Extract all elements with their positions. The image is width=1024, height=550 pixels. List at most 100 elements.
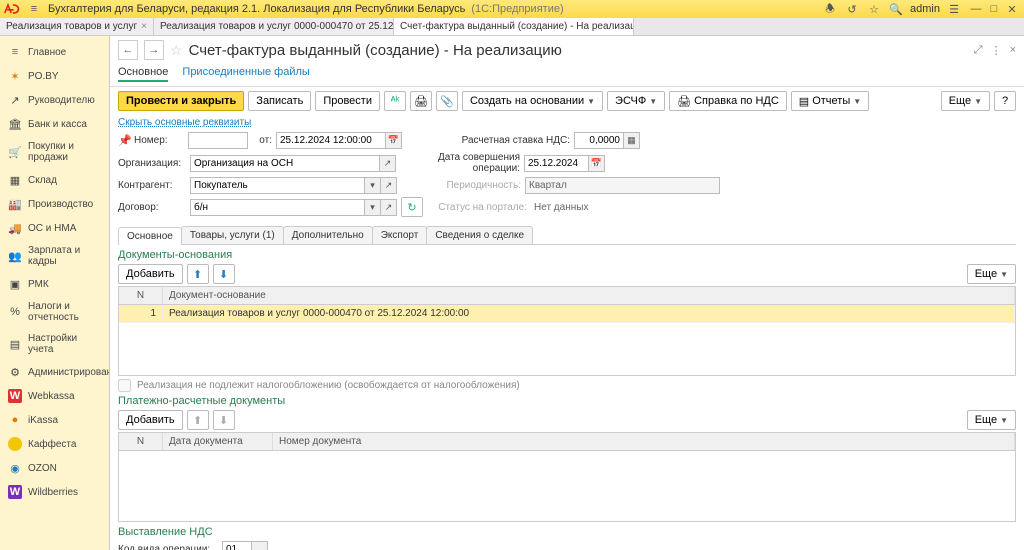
itab-main[interactable]: Основное <box>118 227 182 245</box>
sidebar-item-label: Налоги и отчетность <box>28 301 101 323</box>
itab-deal[interactable]: Сведения о сделке <box>426 226 533 244</box>
tab-1[interactable]: Реализация товаров и услуг 0000-000470 о… <box>154 18 394 35</box>
sidebar-item-main[interactable]: ≡Главное <box>0 40 109 64</box>
help-vat-button[interactable]: 🖨Справка по НДС <box>669 91 787 111</box>
toolbar: Провести и закрыть Записать Провести ᴬᵏ … <box>110 87 1024 115</box>
sidebar-item-settings[interactable]: ▤Настройки учета <box>0 328 109 360</box>
contract-input[interactable] <box>190 199 365 216</box>
tab-1-label: Реализация товаров и услуг 0000-000470 о… <box>160 21 394 32</box>
user-label[interactable]: admin <box>910 3 940 15</box>
op-code-input[interactable] <box>222 541 252 550</box>
dt-kt-button[interactable]: ᴬᵏ <box>384 91 406 111</box>
report-icon: ▤ <box>799 95 809 108</box>
expand-icon[interactable]: ⤢ <box>974 44 983 57</box>
bell-icon[interactable]: 🕭 <box>822 1 838 17</box>
close-icon[interactable]: × <box>1010 44 1016 57</box>
sidebar-item-admin[interactable]: ⚙Администрирование <box>0 360 109 384</box>
sidebar-item-ozon[interactable]: ◉OZON <box>0 456 109 480</box>
more-icon[interactable]: ⋮ <box>991 44 1002 57</box>
history-icon[interactable]: ↺ <box>844 1 860 17</box>
sidebar-item-webkassa[interactable]: WWebkassa <box>0 384 109 408</box>
nav-fwd-button[interactable]: → <box>144 40 164 60</box>
date-picker-icon[interactable]: 📅 <box>386 132 402 149</box>
sidebar-item-assets[interactable]: 🚚ОС и НМА <box>0 216 109 240</box>
vat-rate-input[interactable] <box>574 132 624 149</box>
sidebar-item-poby[interactable]: ✶PO.BY <box>0 64 109 88</box>
sidebar-item-rmk[interactable]: ▣РМК <box>0 272 109 296</box>
op-date-input[interactable] <box>524 155 589 172</box>
refresh-button[interactable]: ↻ <box>401 197 423 217</box>
sidebar-item-kaffesta[interactable]: Каффеста <box>0 432 109 456</box>
subtab-main[interactable]: Основное <box>118 64 168 82</box>
book-icon: ▤ <box>8 337 22 351</box>
sidebar-item-wb[interactable]: WWildberries <box>0 480 109 504</box>
itab-export[interactable]: Экспорт <box>372 226 428 244</box>
sidebar-item-ikassa[interactable]: ●iKassa <box>0 408 109 432</box>
post-button[interactable]: Провести <box>315 91 380 111</box>
sidebar-item-mgr[interactable]: ↗Руководителю <box>0 88 109 112</box>
select-icon[interactable]: … <box>252 541 268 550</box>
pay-more-button[interactable]: Еще▼ <box>967 410 1016 430</box>
dropdown-icon[interactable]: ▾ <box>365 199 381 216</box>
col-date[interactable]: Дата документа <box>163 433 273 450</box>
basis-more-button[interactable]: Еще▼ <box>967 264 1016 284</box>
sidebar-item-prod[interactable]: 🏭Производство <box>0 192 109 216</box>
itab-goods[interactable]: Товары, услуги (1) <box>181 226 284 244</box>
reports-button[interactable]: ▤Отчеты▼ <box>791 91 869 111</box>
counterparty-input[interactable] <box>190 177 365 194</box>
sidebar-item-tax[interactable]: %Налоги и отчетность <box>0 296 109 328</box>
create-based-button[interactable]: Создать на основании▼ <box>462 91 603 111</box>
sidebar-item-stock[interactable]: ▦Склад <box>0 168 109 192</box>
favorite-star-icon[interactable]: ☆ <box>170 42 183 59</box>
eschf-button[interactable]: ЭСЧФ▼ <box>607 91 665 111</box>
move-down-button[interactable]: ⬇ <box>213 264 235 284</box>
sidebar-item-label: Администрирование <box>28 367 110 378</box>
attach-button[interactable]: 📎 <box>436 91 458 111</box>
tab-0-close-icon[interactable]: × <box>141 21 147 32</box>
tab-0[interactable]: Реализация товаров и услуг× <box>0 18 154 35</box>
tab-2[interactable]: Счет-фактура выданный (создание) - На ре… <box>394 18 634 35</box>
col-n[interactable]: N <box>119 287 163 304</box>
move-up-button[interactable]: ⬆ <box>187 264 209 284</box>
pin-icon[interactable]: 📌 <box>118 134 130 147</box>
org-input[interactable] <box>190 155 380 172</box>
number-input[interactable] <box>188 132 248 149</box>
maximize-icon[interactable]: □ <box>986 1 1002 17</box>
minimize-icon[interactable]: — <box>968 1 984 17</box>
table-row[interactable]: 1 Реализация товаров и услуг 0000-000470… <box>119 305 1015 323</box>
help-button[interactable]: ? <box>994 91 1016 111</box>
write-button[interactable]: Записать <box>248 91 311 111</box>
move-down-button[interactable]: ⬇ <box>213 410 235 430</box>
user-menu-icon[interactable]: ☰ <box>946 1 962 17</box>
pay-grid-body[interactable] <box>119 451 1015 521</box>
col-doc[interactable]: Документ-основание <box>163 287 1015 304</box>
post-close-button[interactable]: Провести и закрыть <box>118 91 244 111</box>
open-icon[interactable]: ↗ <box>381 177 397 194</box>
basis-add-button[interactable]: Добавить <box>118 264 183 284</box>
col-n[interactable]: N <box>119 433 163 450</box>
col-num[interactable]: Номер документа <box>273 433 1015 450</box>
move-up-button[interactable]: ⬆ <box>187 410 209 430</box>
date-picker-icon[interactable]: 📅 <box>589 155 605 172</box>
subtab-attached[interactable]: Присоединенные файлы <box>182 64 309 82</box>
open-icon[interactable]: ↗ <box>381 199 397 216</box>
sidebar-item-sales[interactable]: 🛒Покупки и продажи <box>0 136 109 168</box>
date-input[interactable] <box>276 132 386 149</box>
calc-icon[interactable]: ▦ <box>624 132 640 149</box>
dropdown-icon[interactable]: ▾ <box>365 177 381 194</box>
itab-extra[interactable]: Дополнительно <box>283 226 373 244</box>
org-label: Организация: <box>118 158 186 169</box>
open-icon[interactable]: ↗ <box>380 155 396 172</box>
home-icon: ≡ <box>8 45 22 59</box>
sidebar-item-hr[interactable]: 👥Зарплата и кадры <box>0 240 109 272</box>
hamburger-icon[interactable]: ≡ <box>26 1 42 17</box>
star-icon[interactable]: ☆ <box>866 1 882 17</box>
print-button[interactable]: 🖨 <box>410 91 432 111</box>
pay-add-button[interactable]: Добавить <box>118 410 183 430</box>
more-button[interactable]: Еще▼ <box>941 91 990 111</box>
nav-back-button[interactable]: ← <box>118 40 138 60</box>
sidebar-item-bank[interactable]: 🏛Банк и касса <box>0 112 109 136</box>
hide-details-link[interactable]: Скрыть основные реквизиты <box>110 115 1024 130</box>
search-icon[interactable]: 🔍 <box>888 1 904 17</box>
close-icon[interactable]: ✕ <box>1004 1 1020 17</box>
